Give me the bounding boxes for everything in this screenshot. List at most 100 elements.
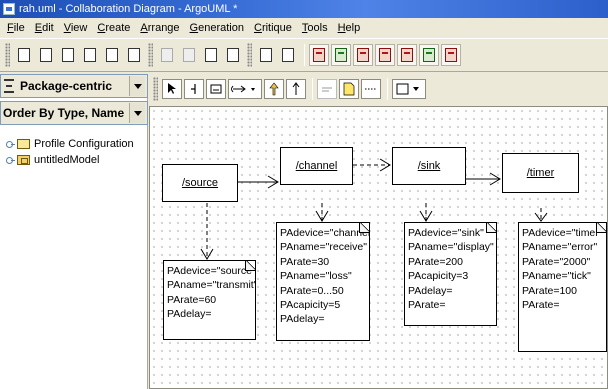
new-message-button[interactable]: [317, 79, 337, 99]
note-line: PAname="display": [408, 241, 494, 254]
usecase-diagram-icon: [335, 48, 347, 62]
remove-from-diagram-button[interactable]: [157, 44, 177, 66]
perspective-icon: [4, 79, 14, 93]
object-sink[interactable]: /sink: [392, 147, 466, 185]
new-deployment-diagram-button[interactable]: [441, 44, 461, 66]
tree-expand-handle-icon[interactable]: [6, 157, 15, 164]
object-timer[interactable]: /timer: [502, 153, 579, 193]
new-classifier-role-button[interactable]: [206, 79, 226, 99]
trash-icon: [183, 48, 195, 62]
diagram-toolbar-grip[interactable]: [153, 77, 158, 101]
perspective-value: Package-centric: [20, 79, 113, 93]
note-line: PAdelay=: [280, 313, 325, 326]
note-line: PAname="loss": [280, 270, 352, 283]
broom-icon: [191, 84, 196, 94]
select-tool-button[interactable]: [162, 79, 182, 99]
menu-bar: File Edit View Create Arrange Generation…: [0, 18, 608, 38]
class-diagram-icon: [313, 48, 325, 62]
toolbar-grip[interactable]: [5, 43, 10, 67]
activity-diagram-icon: [423, 48, 435, 62]
new-association-role-button[interactable]: [228, 79, 262, 99]
navigate-icon: [205, 48, 217, 62]
properties-icon: [227, 48, 239, 62]
note-line: PAname="receive": [280, 241, 367, 254]
tree-item-profile-configuration[interactable]: Profile Configuration: [6, 136, 134, 152]
new-activity-diagram-button[interactable]: [419, 44, 439, 66]
menu-create[interactable]: Create: [92, 22, 135, 34]
toolbar-separator: [304, 44, 305, 66]
save-project-button[interactable]: [80, 44, 100, 66]
menu-edit[interactable]: Edit: [30, 22, 59, 34]
note-channel[interactable]: PAdevice="channel" PAname="receive" PAra…: [276, 222, 370, 341]
remove-icon: [161, 48, 173, 62]
new-from-template-button[interactable]: [36, 44, 56, 66]
delete-button[interactable]: [179, 44, 199, 66]
template-icon: [40, 48, 52, 62]
up-arrow-filled-icon: [269, 82, 279, 96]
new-generalization-button[interactable]: [264, 79, 284, 99]
diagram-canvas[interactable]: /source /channel /sink /timer PAdevice="…: [149, 106, 608, 389]
chevron-down-icon[interactable]: [129, 103, 145, 123]
new-project-button[interactable]: [14, 44, 34, 66]
menu-view[interactable]: View: [59, 22, 93, 34]
properties-button[interactable]: [223, 44, 243, 66]
menu-file[interactable]: File: [2, 22, 30, 34]
find-button[interactable]: [256, 44, 276, 66]
chevron-down-icon[interactable]: [129, 76, 145, 96]
object-channel[interactable]: /channel: [280, 147, 353, 185]
explorer-tree: Profile Configuration untitledModel: [6, 136, 134, 168]
new-class-diagram-button[interactable]: [309, 44, 329, 66]
toolbar-grip-3[interactable]: [247, 43, 252, 67]
new-comment-link-button[interactable]: [361, 79, 381, 99]
title-bar: rah.uml - Collaboration Diagram - ArgoUM…: [0, 0, 608, 18]
new-collaboration-diagram-button[interactable]: [375, 44, 395, 66]
note-source[interactable]: PAdevice="source" PAname="transmit" PAra…: [163, 260, 256, 340]
save-as-button[interactable]: [102, 44, 122, 66]
menu-generation[interactable]: Generation: [185, 22, 249, 34]
broom-tool-button[interactable]: [184, 79, 204, 99]
menu-arrange[interactable]: Arrange: [135, 22, 184, 34]
new-comment-button[interactable]: [339, 79, 359, 99]
diagram-toolbar-separator: [312, 78, 313, 100]
folder-icon: [17, 139, 30, 149]
binoculars-icon: [260, 48, 272, 62]
note-line: PAname="error": [522, 241, 598, 254]
new-sequence-diagram-button[interactable]: [353, 44, 373, 66]
print-icon: [128, 48, 140, 62]
note-timer[interactable]: PAdevice="timer" PAname="error" PArate="…: [518, 222, 607, 352]
note-line: PArate=: [522, 299, 560, 312]
object-name: /channel: [295, 160, 338, 172]
open-project-button[interactable]: [58, 44, 78, 66]
save-as-icon: [106, 48, 118, 62]
dotted-link-icon: [365, 88, 377, 90]
menu-tools[interactable]: Tools: [297, 22, 333, 34]
ordering-value: Order By Type, Name: [3, 106, 125, 120]
object-name: /source: [181, 177, 219, 189]
menu-critique[interactable]: Critique: [249, 22, 297, 34]
menu-help[interactable]: Help: [333, 22, 366, 34]
perspective-selector[interactable]: Package-centric: [0, 74, 148, 98]
shape-tool-dropdown[interactable]: [392, 79, 426, 99]
ordering-selector[interactable]: Order By Type, Name: [0, 101, 148, 125]
note-line: PAcapicity=5: [280, 299, 341, 312]
new-file-icon: [18, 48, 30, 62]
toolbar-grip-2[interactable]: [148, 43, 153, 67]
note-sink[interactable]: PAdevice="sink" PAname="display" PArate=…: [404, 222, 497, 326]
explorer-panel: Package-centric Order By Type, Name Prof…: [0, 74, 148, 389]
object-source[interactable]: /source: [162, 164, 238, 202]
new-usecase-diagram-button[interactable]: [331, 44, 351, 66]
tree-expand-handle-icon[interactable]: [6, 141, 15, 148]
tree-item-untitled-model[interactable]: untitledModel: [6, 152, 134, 168]
note-line: PArate=: [408, 299, 446, 312]
message-icon: [322, 87, 332, 92]
note-line: PArate=0...50: [280, 284, 344, 297]
print-button[interactable]: [124, 44, 144, 66]
model-folder-icon: [17, 155, 30, 165]
up-arrow-icon: [292, 82, 300, 95]
zoom-button[interactable]: [278, 44, 298, 66]
note-line: PAdevice="timer": [522, 227, 603, 239]
diagram-toolbar-separator-2: [387, 78, 388, 100]
new-dependency-button[interactable]: [286, 79, 306, 99]
navigate-back-button[interactable]: [201, 44, 221, 66]
new-statechart-diagram-button[interactable]: [397, 44, 417, 66]
